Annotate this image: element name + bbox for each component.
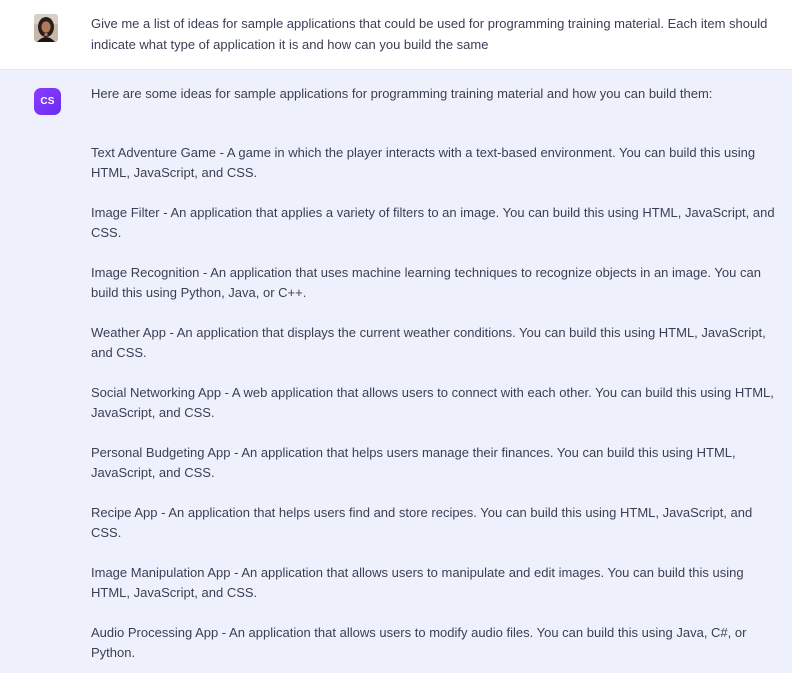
assistant-avatar: CS — [34, 88, 61, 115]
idea-item-image-filter: Image Filter - An application that appli… — [91, 205, 775, 240]
idea-item-recipe-app: Recipe App - An application that helps u… — [91, 505, 753, 540]
idea-list: Text Adventure Game - A game in which th… — [91, 143, 779, 683]
idea-item-personal-budgeting-app: Personal Budgeting App - An application … — [91, 445, 736, 480]
assistant-avatar-label: CS — [40, 96, 55, 107]
idea-item-text-adventure-game: Text Adventure Game - A game in which th… — [91, 145, 756, 180]
assistant-intro-text: Here are some ideas for sample applicati… — [91, 86, 713, 101]
idea-item-audio-processing-app: Audio Processing App - An application th… — [91, 625, 747, 660]
idea-item-weather-app: Weather App - An application that displa… — [91, 325, 766, 360]
user-avatar — [34, 14, 58, 42]
user-message-text: Give me a list of ideas for sample appli… — [91, 16, 768, 52]
user-message: Give me a list of ideas for sample appli… — [0, 0, 792, 70]
assistant-message-content: Here are some ideas for sample applicati… — [91, 83, 779, 660]
user-avatar-photo-icon — [34, 14, 58, 42]
idea-item-image-recognition: Image Recognition - An application that … — [91, 265, 761, 300]
idea-item-image-manipulation-app: Image Manipulation App - An application … — [91, 565, 744, 600]
assistant-message: CS Here are some ideas for sample applic… — [0, 70, 792, 673]
idea-item-social-networking-app: Social Networking App - A web applicatio… — [91, 385, 774, 420]
